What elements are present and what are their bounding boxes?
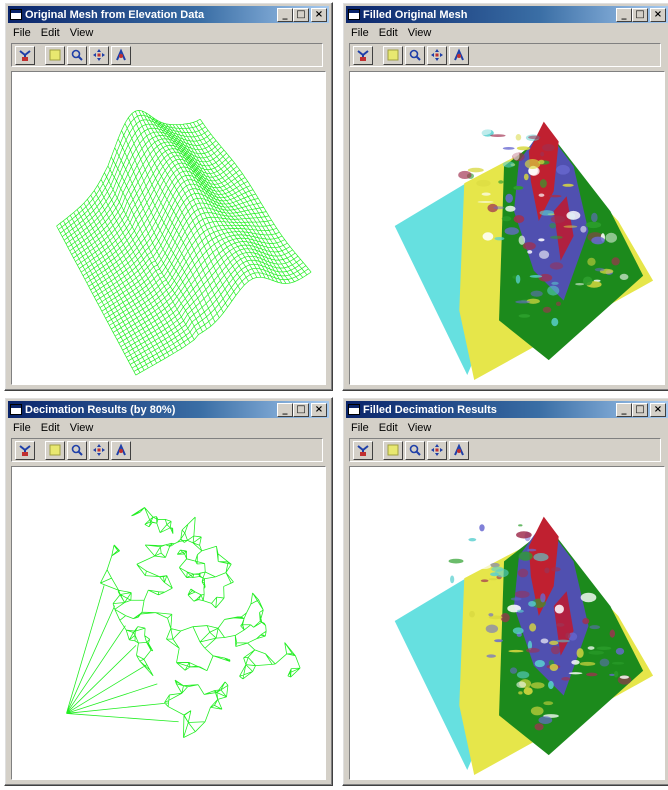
render-viewport[interactable]: [11, 466, 326, 780]
rotate-button[interactable]: [449, 45, 469, 65]
fill-icon: [48, 443, 62, 457]
zoom-button[interactable]: [67, 440, 87, 460]
window-title: Decimation Results (by 80%): [25, 403, 176, 416]
fill-button[interactable]: [383, 45, 403, 65]
close-button[interactable]: ×: [311, 402, 327, 417]
mesh-select-icon: [356, 443, 370, 457]
terrain-render: [56, 109, 312, 376]
zoom-button[interactable]: [405, 440, 425, 460]
terrain-render: [394, 516, 654, 776]
toolbar: [349, 43, 661, 67]
window-filled-original: Filled Original Mesh _ □ × File Edit Vie…: [342, 2, 668, 391]
render-viewport[interactable]: [349, 466, 665, 780]
menu-file[interactable]: File: [346, 422, 374, 434]
toolbar: [349, 438, 661, 462]
window-decimation-results: Decimation Results (by 80%) _ □ × File E…: [4, 397, 333, 786]
menu-file[interactable]: File: [8, 27, 36, 39]
fill-icon: [48, 48, 62, 62]
window-title: Filled Original Mesh: [363, 8, 468, 21]
menu-view[interactable]: View: [403, 422, 437, 434]
window-original-mesh: Original Mesh from Elevation Data _ □ × …: [4, 2, 333, 391]
window-title: Filled Decimation Results: [363, 403, 497, 416]
rotate-button[interactable]: [111, 45, 131, 65]
pan-icon: [430, 48, 444, 62]
app-window-icon: [10, 404, 22, 415]
title-bar[interactable]: Filled Decimation Results _ □ ×: [346, 401, 668, 418]
close-button[interactable]: ×: [311, 7, 327, 22]
window-filled-decimation: Filled Decimation Results _ □ × File Edi…: [342, 397, 668, 786]
pan-icon: [92, 48, 106, 62]
rotate-icon: [452, 443, 466, 457]
maximize-button[interactable]: □: [293, 402, 309, 417]
menu-bar: File Edit View: [346, 24, 668, 41]
terrain-render: [394, 121, 654, 381]
title-bar[interactable]: Filled Original Mesh _ □ ×: [346, 6, 668, 23]
mesh-select-button[interactable]: [353, 45, 373, 65]
app-window-icon: [10, 9, 22, 20]
mesh-select-icon: [356, 48, 370, 62]
app-window-icon: [348, 404, 360, 415]
mesh-select-icon: [18, 443, 32, 457]
rotate-button[interactable]: [449, 440, 469, 460]
menu-file[interactable]: File: [346, 27, 374, 39]
mesh-select-button[interactable]: [15, 440, 35, 460]
decimated-wireframe-mesh: [66, 507, 301, 739]
maximize-button[interactable]: □: [293, 7, 309, 22]
minimize-button[interactable]: _: [616, 7, 632, 22]
fill-icon: [386, 48, 400, 62]
pan-icon: [92, 443, 106, 457]
rotate-icon: [114, 443, 128, 457]
maximize-button[interactable]: □: [632, 7, 648, 22]
pan-button[interactable]: [427, 440, 447, 460]
rotate-button[interactable]: [111, 440, 131, 460]
menu-bar: File Edit View: [8, 419, 329, 436]
minimize-button[interactable]: _: [616, 402, 632, 417]
zoom-icon: [70, 443, 84, 457]
menu-view[interactable]: View: [403, 27, 437, 39]
pan-icon: [430, 443, 444, 457]
maximize-button[interactable]: □: [632, 402, 648, 417]
mesh-select-button[interactable]: [15, 45, 35, 65]
toolbar: [11, 438, 323, 462]
app-window-icon: [348, 9, 360, 20]
pan-button[interactable]: [427, 45, 447, 65]
menu-file[interactable]: File: [8, 422, 36, 434]
minimize-button[interactable]: _: [277, 402, 293, 417]
minimize-button[interactable]: _: [277, 7, 293, 22]
menu-view[interactable]: View: [65, 27, 99, 39]
fill-button[interactable]: [45, 440, 65, 460]
render-viewport[interactable]: [11, 71, 326, 385]
title-bar[interactable]: Original Mesh from Elevation Data _ □ ×: [8, 6, 329, 23]
terrain-render: [66, 507, 301, 739]
fill-button[interactable]: [383, 440, 403, 460]
pan-button[interactable]: [89, 45, 109, 65]
pan-button[interactable]: [89, 440, 109, 460]
render-viewport[interactable]: [349, 71, 665, 385]
zoom-icon: [408, 48, 422, 62]
menu-bar: File Edit View: [346, 419, 668, 436]
close-button[interactable]: ×: [650, 7, 666, 22]
menu-edit[interactable]: Edit: [36, 422, 65, 434]
wireframe-mesh: [56, 109, 312, 376]
mesh-select-button[interactable]: [353, 440, 373, 460]
rotate-icon: [114, 48, 128, 62]
window-title: Original Mesh from Elevation Data: [25, 8, 205, 21]
zoom-icon: [70, 48, 84, 62]
menu-bar: File Edit View: [8, 24, 329, 41]
menu-edit[interactable]: Edit: [36, 27, 65, 39]
toolbar: [11, 43, 323, 67]
mesh-select-icon: [18, 48, 32, 62]
close-button[interactable]: ×: [650, 402, 666, 417]
title-bar[interactable]: Decimation Results (by 80%) _ □ ×: [8, 401, 329, 418]
fill-button[interactable]: [45, 45, 65, 65]
zoom-button[interactable]: [405, 45, 425, 65]
rotate-icon: [452, 48, 466, 62]
menu-view[interactable]: View: [65, 422, 99, 434]
zoom-button[interactable]: [67, 45, 87, 65]
zoom-icon: [408, 443, 422, 457]
fill-icon: [386, 443, 400, 457]
menu-edit[interactable]: Edit: [374, 27, 403, 39]
menu-edit[interactable]: Edit: [374, 422, 403, 434]
